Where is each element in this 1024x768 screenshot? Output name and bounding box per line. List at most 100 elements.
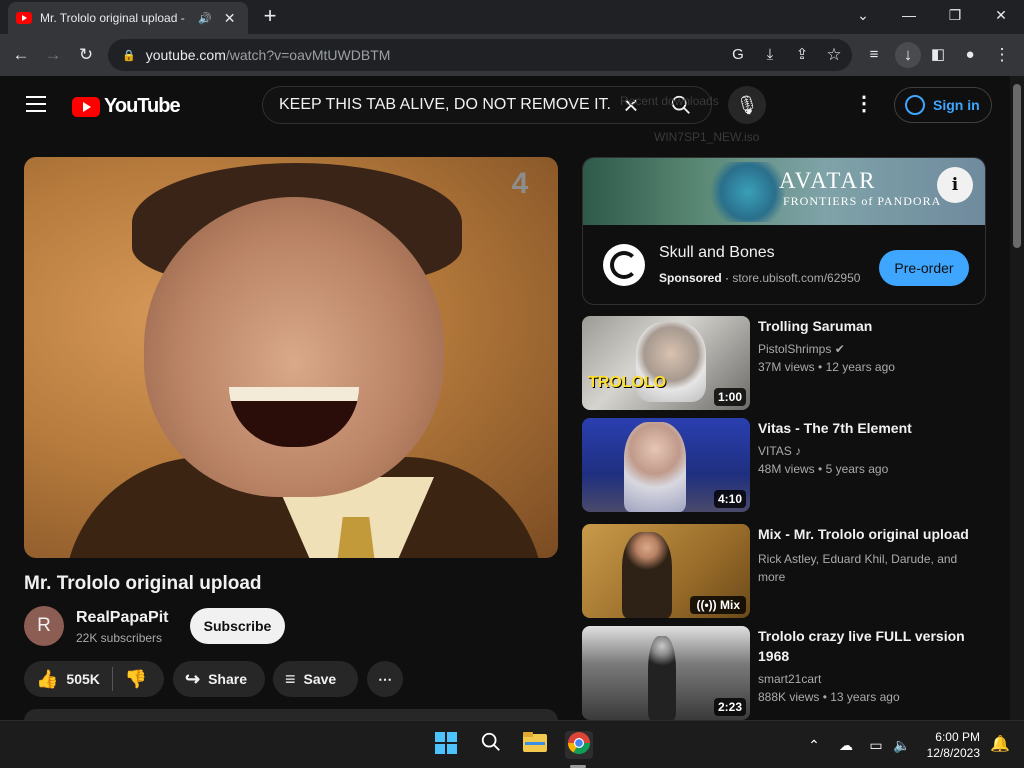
onedrive-cloud-icon[interactable]: ☁ [832, 731, 860, 759]
youtube-logo[interactable]: YouTube [72, 95, 181, 118]
taskbar-search-icon[interactable] [477, 731, 505, 759]
microphone-icon: 🎙 [735, 95, 759, 115]
music-note-icon: ♪ [795, 444, 802, 458]
side-panel-icon[interactable]: ◧ [925, 42, 951, 68]
windows-logo-icon [435, 732, 457, 754]
list-item[interactable]: 4:10 Vitas - The 7th Element VITAS ♪ 48M… [582, 418, 1002, 513]
subscribe-button[interactable]: Subscribe [190, 608, 285, 644]
browser-tab-strip: Mr. Trololo original upload - 🔊 ✕ + ⌄ — … [0, 0, 1024, 34]
speaker-icon[interactable]: 🔊 [198, 12, 212, 25]
new-tab-button[interactable]: + [258, 4, 282, 30]
video-thumbnail[interactable]: ((•)) Mix [582, 524, 750, 618]
view-count: 48M views [758, 462, 815, 476]
browser-tab[interactable]: Mr. Trololo original upload - 🔊 ✕ [8, 2, 248, 34]
upload-age: 13 years ago [830, 690, 900, 704]
windows-start-icon[interactable] [432, 731, 460, 759]
downloads-icon[interactable]: ↓ [895, 42, 921, 68]
radio-waves-icon: ((•)) [696, 598, 717, 612]
chrome-taskbar-icon[interactable] [565, 731, 593, 759]
ad-title[interactable]: Skull and Bones [659, 244, 775, 262]
share-page-icon[interactable]: ⇪ [789, 42, 815, 68]
masthead: YouTube KEEP THIS TAB ALIVE, DO NOT REMO… [0, 76, 1010, 144]
verified-check-icon: ✔ [834, 342, 845, 356]
video-thumbnail[interactable]: TROLOLO 1:00 [582, 316, 750, 410]
duration-badge: 1:00 [713, 388, 746, 406]
back-arrow-icon[interactable]: ← [8, 42, 34, 68]
scrollbar-thumb[interactable] [1013, 84, 1021, 248]
recommendation-title[interactable]: Trololo crazy live FULL version 1968 [758, 626, 988, 666]
thumbnail-art [622, 532, 672, 618]
settings-menu-icon[interactable]: ⋮ [852, 92, 876, 116]
channel-label: VITAS [758, 444, 792, 458]
sign-in-button[interactable]: Sign in [894, 87, 992, 123]
sponsored-label: Sponsored [659, 271, 722, 285]
like-dislike-group: 👍 505K 👎 [24, 661, 164, 697]
tab-search-chevron-icon[interactable]: ⌄ [840, 0, 886, 32]
thumbnail-overlay-text: TROLOLO [588, 374, 667, 391]
list-item[interactable]: 2:23 Trololo crazy live FULL version 196… [582, 626, 1002, 720]
recommendation-meta: 37M views • 12 years ago [758, 360, 895, 374]
more-actions-button[interactable]: ⋯ [367, 661, 403, 697]
video-player[interactable]: 4 [24, 157, 558, 558]
recommendation-title[interactable]: Mix - Mr. Trololo original upload [758, 524, 988, 544]
forward-arrow-icon[interactable]: → [40, 42, 66, 68]
ad-info-icon[interactable]: i [937, 167, 973, 203]
list-item[interactable]: TROLOLO 1:00 Trolling Saruman PistolShri… [582, 316, 1002, 411]
thumbs-up-icon[interactable]: 👍 [36, 669, 58, 690]
close-tab-icon[interactable]: ✕ [224, 10, 236, 27]
like-count[interactable]: 505K [66, 671, 99, 687]
view-count: 888K views [758, 690, 820, 704]
lock-icon: 🔒 [122, 49, 136, 62]
chrome-menu-icon[interactable]: ⋮ [989, 42, 1015, 68]
install-app-icon[interactable]: ⤓ [757, 42, 783, 68]
show-hidden-icons-chevron-icon[interactable]: ⌃ [800, 731, 828, 759]
channel-name[interactable]: RealPapaPit [76, 609, 168, 627]
voice-search-button[interactable]: 🎙 [728, 86, 766, 124]
ubisoft-logo-icon [603, 244, 645, 286]
google-lens-icon[interactable]: G [725, 42, 751, 68]
recommendation-title[interactable]: Trolling Saruman [758, 316, 988, 336]
hamburger-menu-icon[interactable] [26, 96, 46, 112]
share-button[interactable]: ↪ Share [173, 661, 265, 697]
channel-avatar[interactable]: R [24, 606, 64, 646]
taskbar-clock[interactable]: 6:00 PM 12/8/2023 [920, 729, 980, 761]
bookmark-star-icon[interactable]: ☆ [821, 42, 847, 68]
ad-banner[interactable]: AVATAR FRONTIERS of PANDORA i [583, 158, 985, 225]
file-explorer-icon[interactable] [521, 731, 549, 759]
thumbnail-art [624, 422, 686, 512]
profile-icon[interactable]: ● [957, 42, 983, 68]
recommendation-channel: Rick Astley, Eduard Khil, Darude, and mo… [758, 552, 958, 584]
minimize-button[interactable]: — [886, 0, 932, 32]
more-horizontal-icon: ⋯ [378, 670, 392, 687]
browser-toolbar: ← → ↻ 🔒 youtube.com/watch?v=oavMtUWDBTM … [0, 34, 1024, 76]
video-thumbnail[interactable]: 4:10 [582, 418, 750, 512]
channel-label: PistolShrimps [758, 342, 832, 356]
tab-title: Mr. Trololo original upload - [40, 11, 185, 25]
recommendation-meta: 888K views • 13 years ago [758, 690, 900, 704]
description-box[interactable] [24, 709, 558, 720]
mix-badge: ((•)) Mix [690, 596, 746, 614]
video-thumbnail[interactable]: 2:23 [582, 626, 750, 720]
chrome-logo-icon [568, 732, 590, 754]
url-host: youtube.com [145, 47, 226, 63]
like-divider [111, 667, 113, 691]
pre-order-button[interactable]: Pre-order [879, 250, 969, 286]
page-scrollbar[interactable] [1010, 76, 1024, 720]
thumbs-down-icon[interactable]: 👎 [125, 669, 147, 690]
save-button[interactable]: ≡ Save [273, 661, 358, 697]
notification-bell-icon[interactable]: 🔔 [986, 731, 1014, 759]
network-icon[interactable]: ▭ [862, 731, 890, 759]
restore-button[interactable]: ❐ [932, 0, 978, 32]
close-window-button[interactable]: ✕ [978, 0, 1024, 32]
recommendation-channel: PistolShrimps ✔ [758, 342, 845, 356]
clock-date: 12/8/2023 [926, 746, 980, 760]
search-input[interactable]: KEEP THIS TAB ALIVE, DO NOT REMOVE IT. [279, 96, 611, 114]
subscriber-count: 22K subscribers [76, 631, 163, 645]
list-item[interactable]: ((•)) Mix Mix - Mr. Trololo original upl… [582, 524, 1002, 619]
media-controls-icon[interactable]: ≡ [861, 42, 887, 68]
ad-sponsored-line: Sponsored · store.ubisoft.com/62950 [659, 271, 861, 285]
reload-icon[interactable]: ↻ [73, 42, 99, 68]
sponsored-ad-card[interactable]: AVATAR FRONTIERS of PANDORA i Skull and … [582, 157, 986, 305]
volume-muted-icon[interactable]: 🔈 [888, 731, 916, 759]
recommendation-title[interactable]: Vitas - The 7th Element [758, 418, 988, 438]
